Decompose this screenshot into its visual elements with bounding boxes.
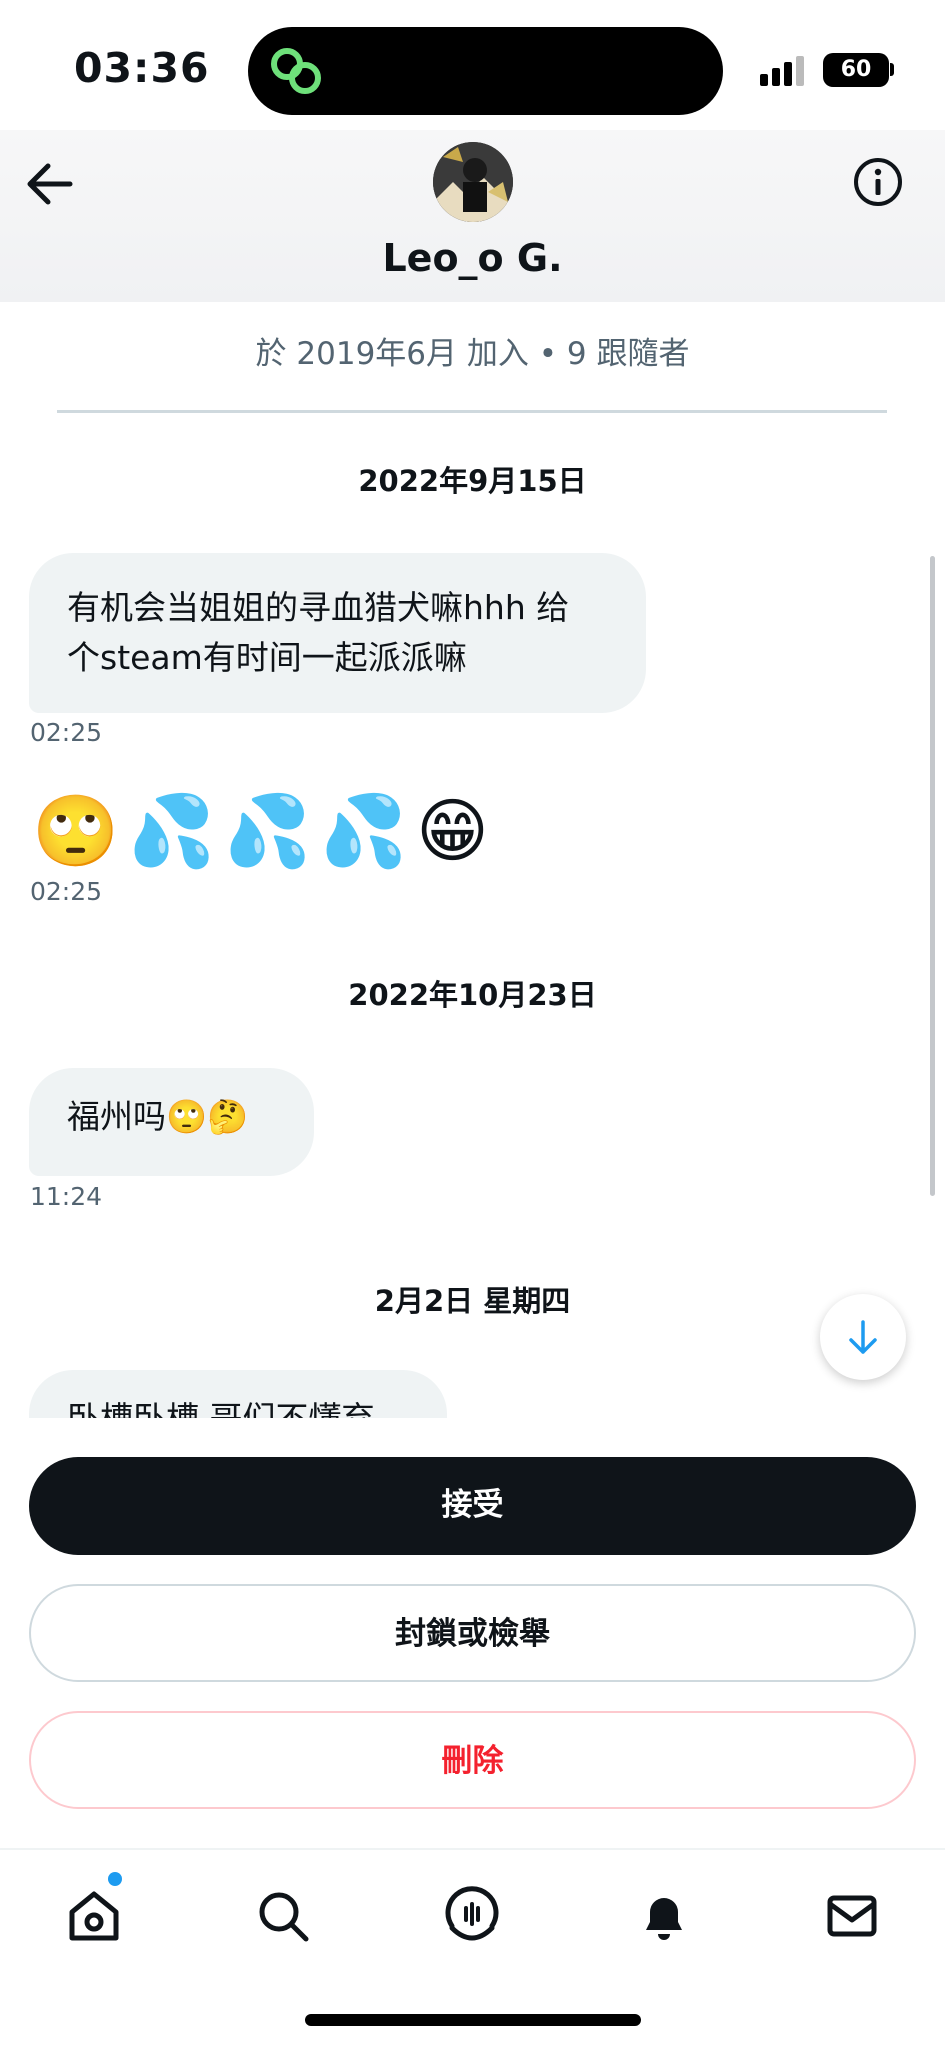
avatar[interactable]: [433, 142, 513, 222]
avatar-image: [433, 142, 513, 222]
battery-tip: [890, 63, 894, 76]
emoji: 💦: [224, 790, 312, 872]
status-time: 03:36: [74, 44, 210, 92]
date-separator: 2022年10月23日: [348, 978, 597, 1012]
message-text: 福州吗🙄🤔: [67, 1097, 249, 1136]
notification-dot: [108, 1872, 122, 1886]
messages-icon[interactable]: [822, 1886, 882, 1946]
home-icon[interactable]: [64, 1886, 124, 1946]
notifications-icon[interactable]: [634, 1886, 694, 1946]
info-icon[interactable]: [850, 154, 906, 210]
message-bubble[interactable]: 卧槽卧槽 哥们不懂弃: [29, 1370, 447, 1418]
link-app-icon: [271, 48, 321, 94]
battery-indicator: 60: [823, 53, 889, 87]
message-time: 02:25: [30, 718, 103, 747]
message-text-line: 有机会当姐姐的寻血猎犬嘛hhh 给: [67, 588, 570, 627]
message-bubble[interactable]: 有机会当姐姐的寻血猎犬嘛hhh 给 个steam有时间一起派派嘛: [29, 553, 646, 713]
divider: [57, 410, 887, 413]
delete-button[interactable]: 刪除: [29, 1711, 916, 1809]
display-name[interactable]: Leo_o G.: [0, 236, 945, 280]
scrollbar[interactable]: [930, 556, 935, 1196]
date-separator: 2月2日 星期四: [374, 1284, 571, 1318]
signal-icon: [760, 56, 808, 86]
emoji: 💦: [320, 790, 408, 872]
accept-button[interactable]: 接受: [29, 1457, 916, 1555]
emoji: 💦: [128, 790, 216, 872]
message-text-line: 个steam有时间一起派派嘛: [67, 638, 467, 677]
emoji: 🙄: [32, 790, 120, 872]
join-info: 於 2019年6月 加入 • 9 跟隨者: [255, 336, 690, 372]
conversation-header: Leo_o G.: [0, 130, 945, 302]
back-arrow-icon[interactable]: [22, 156, 78, 212]
emoji: 😁: [416, 790, 489, 872]
home-indicator[interactable]: [305, 2014, 641, 2026]
search-icon[interactable]: [253, 1886, 313, 1946]
date-separator: 2022年9月15日: [358, 464, 587, 498]
spaces-icon[interactable]: [442, 1886, 502, 1946]
message-bubble[interactable]: 福州吗🙄🤔: [29, 1068, 314, 1176]
clipped-message-area: 卧槽卧槽 哥们不懂弃: [0, 1370, 945, 1418]
status-bar: 03:36 60: [0, 0, 945, 130]
block-report-button[interactable]: 封鎖或檢舉: [29, 1584, 916, 1682]
message-request-actions: 接受 封鎖或檢舉 刪除: [0, 1418, 945, 1848]
message-text: 卧槽卧槽 哥们不懂弃: [67, 1394, 409, 1418]
scroll-down-button[interactable]: [820, 1294, 906, 1380]
message-time: 11:24: [30, 1182, 103, 1211]
dynamic-island: [248, 27, 723, 115]
message-time: 02:25: [30, 877, 103, 906]
